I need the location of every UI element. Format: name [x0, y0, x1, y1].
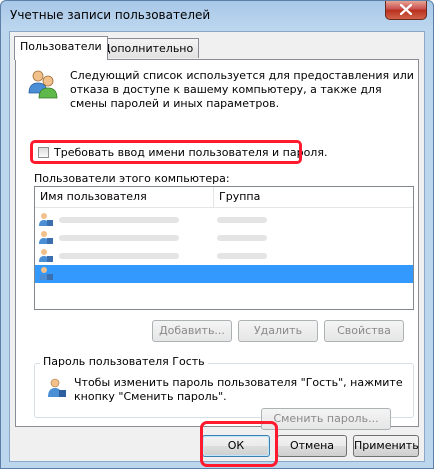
add-user-button[interactable]: Добавить... [152, 320, 232, 342]
user-icon [39, 249, 53, 262]
apply-button[interactable]: Применить [353, 435, 419, 457]
user-icon [39, 231, 53, 244]
tab-users-label: Пользователи [20, 40, 102, 53]
column-separator[interactable] [213, 187, 214, 207]
require-login-checkbox[interactable] [38, 146, 49, 158]
tab-advanced-label: Дополнительно [102, 42, 194, 55]
user-name-redacted [59, 235, 179, 241]
user-icon [39, 267, 53, 280]
close-icon [400, 4, 412, 15]
user-group-redacted [217, 253, 267, 259]
users-description: Следующий список используется для предос… [70, 69, 414, 110]
ok-button[interactable]: ОК [202, 435, 270, 457]
user-accounts-dialog: Учетные записи пользователей Пользовател… [0, 0, 434, 469]
users-list[interactable]: Имя пользователя Группа [34, 186, 414, 310]
require-login-label[interactable]: Требовать ввод имени пользователя и паро… [54, 146, 327, 159]
table-row[interactable] [35, 229, 413, 247]
table-row[interactable] [35, 247, 413, 265]
guest-password-text: Чтобы изменить пароль пользователя "Гост… [74, 376, 403, 403]
users-list-caption: Пользователи этого компьютера: [34, 172, 230, 185]
user-group-redacted [217, 217, 267, 223]
properties-button[interactable]: Свойства [324, 320, 404, 342]
guest-password-group-title: Пароль пользователя Гость [40, 355, 208, 368]
user-icon [39, 213, 53, 226]
guest-user-icon [48, 378, 66, 397]
users-icon [28, 70, 58, 99]
column-header-group[interactable]: Группа [219, 190, 260, 203]
users-tab-panel: Следующий список используется для предос… [15, 59, 419, 430]
tab-users[interactable]: Пользователи [14, 36, 108, 60]
close-button[interactable] [385, 1, 427, 20]
column-header-username[interactable]: Имя пользователя [40, 190, 147, 203]
change-password-button[interactable]: Сменить пароль... [261, 408, 391, 430]
cancel-button[interactable]: Отмена [277, 435, 347, 457]
table-row[interactable] [35, 211, 413, 229]
user-group-redacted [217, 235, 267, 241]
user-name-redacted [59, 253, 179, 259]
table-row-selected[interactable] [35, 265, 413, 283]
dialog-client-area: Пользователи Дополнительно Следующий спи… [9, 31, 425, 467]
user-name-redacted [59, 217, 179, 223]
title-bar[interactable]: Учетные записи пользователей [1, 1, 433, 29]
users-list-header: Имя пользователя Группа [35, 187, 413, 208]
remove-user-button[interactable]: Удалить [238, 320, 318, 342]
require-login-checkbox-row[interactable]: Требовать ввод имени пользователя и паро… [38, 144, 327, 160]
tab-advanced[interactable]: Дополнительно [96, 38, 200, 58]
window-title: Учетные записи пользователей [10, 8, 211, 22]
